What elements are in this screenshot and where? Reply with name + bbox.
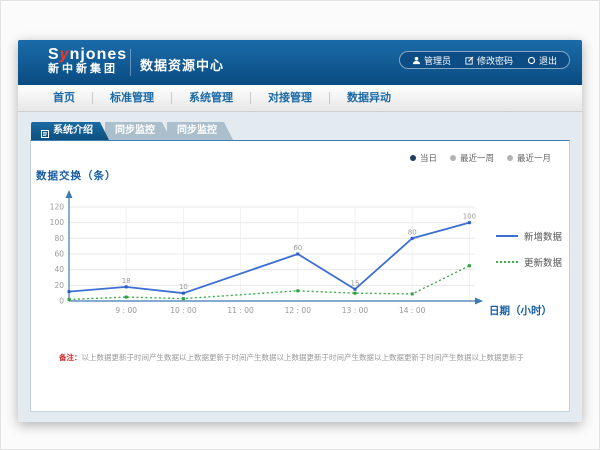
range-option-label: 最近一月 [517, 152, 551, 164]
svg-text:100: 100 [463, 213, 476, 221]
svg-text:20: 20 [54, 281, 64, 290]
logo-wordmark: Synjones [48, 46, 127, 63]
tab-sync-monitor-1[interactable]: 同步监控 [105, 122, 171, 140]
svg-text:13 : 00: 13 : 00 [342, 306, 369, 315]
legend-item-updated-data: 更新数据 [496, 255, 562, 269]
logo-accent: y [60, 46, 70, 63]
admin-user-button[interactable]: 管理员 [412, 54, 451, 67]
tab-label: 同步监控 [115, 122, 155, 140]
svg-text:15: 15 [351, 279, 360, 287]
series-legend: 新增数据 更新数据 [496, 229, 562, 269]
user-toolbar: 管理员 修改密码 退出 [399, 51, 570, 69]
radio-dot-icon [507, 155, 513, 161]
x-axis-title: 日期（小时） [489, 303, 552, 318]
svg-text:10 : 00: 10 : 00 [170, 306, 197, 315]
svg-text:10: 10 [179, 283, 188, 291]
tab-sync-monitor-2[interactable]: 同步监控 [167, 122, 233, 140]
range-option-last-month[interactable]: 最近一月 [507, 152, 551, 164]
radio-dot-icon [450, 155, 456, 161]
chart-area: 0 20 40 60 80 100 120 9 : 00 10 : 00 11 : 00 12 : … [47, 189, 499, 323]
header-divider [130, 49, 131, 76]
content-area: 系统介绍 同步监控 同步监控 当日 最近一周 [18, 112, 582, 422]
date-range-selector: 当日 最近一周 最近一月 [410, 152, 551, 164]
svg-text:11 : 00: 11 : 00 [227, 306, 254, 315]
logo-company-name: 新中新集团 [48, 63, 127, 76]
nav-item-system-mgmt[interactable]: 系统管理 [172, 85, 250, 111]
svg-text:18: 18 [122, 277, 131, 285]
nav-item-standard-mgmt[interactable]: 标准管理 [93, 85, 171, 111]
chart-panel: 当日 最近一周 最近一月 数据交换（条） 0 20 40 60 80 100 120 9 : … [30, 140, 570, 412]
svg-text:60: 60 [293, 244, 302, 252]
line-chart: 0 20 40 60 80 100 120 9 : 00 10 : 00 11 : 00 12 : … [47, 189, 499, 323]
range-option-label: 当日 [420, 152, 437, 164]
tab-label: 同步监控 [177, 122, 217, 140]
header: Synjones 新中新集团 数据资源中心 管理员 修改密码 [18, 40, 582, 85]
tab-bar: 系统介绍 同步监控 同步监控 [31, 122, 229, 140]
svg-text:14 : 00: 14 : 00 [399, 306, 426, 315]
company-logo: Synjones 新中新集团 [48, 46, 127, 76]
svg-text:120: 120 [50, 203, 65, 212]
solid-line-icon [496, 235, 518, 237]
footnote-text: 以上数据更新于时间产生数据以上数据更新于时间产生数据以上数据更新于时间产生数据以… [82, 353, 525, 362]
svg-text:12 : 00: 12 : 00 [285, 306, 312, 315]
user-icon [412, 56, 421, 65]
svg-text:9 : 00: 9 : 00 [115, 306, 137, 315]
range-option-today[interactable]: 当日 [410, 152, 437, 164]
page-title: 数据资源中心 [140, 55, 224, 74]
footnote: 备注：以上数据更新于时间产生数据以上数据更新于时间产生数据以上数据更新于时间产生… [59, 352, 559, 363]
change-password-label: 修改密码 [477, 54, 513, 67]
app-window: Synjones 新中新集团 数据资源中心 管理员 修改密码 [18, 40, 582, 422]
screen: Synjones 新中新集团 数据资源中心 管理员 修改密码 [0, 0, 600, 450]
range-option-label: 最近一周 [460, 152, 494, 164]
legend-item-new-data: 新增数据 [496, 229, 562, 243]
svg-text:0: 0 [59, 297, 64, 306]
dotted-line-icon [496, 261, 518, 263]
tab-label: 系统介绍 [53, 122, 93, 140]
power-icon [527, 56, 536, 65]
range-option-last-week[interactable]: 最近一周 [450, 152, 494, 164]
main-nav: 首页 标准管理 系统管理 对接管理 数据异动 [18, 85, 582, 112]
legend-label: 更新数据 [524, 255, 562, 269]
nav-item-interface-mgmt[interactable]: 对接管理 [251, 85, 329, 111]
y-axis-title: 数据交换（条） [36, 168, 117, 183]
document-icon [41, 127, 49, 135]
logout-button[interactable]: 退出 [527, 54, 557, 67]
svg-text:100: 100 [50, 218, 65, 227]
logout-label: 退出 [539, 54, 557, 67]
svg-text:40: 40 [54, 265, 64, 274]
change-password-button[interactable]: 修改密码 [465, 54, 513, 67]
nav-item-home[interactable]: 首页 [36, 85, 92, 111]
edit-icon [465, 56, 474, 65]
legend-label: 新增数据 [524, 229, 562, 243]
tab-system-intro[interactable]: 系统介绍 [31, 122, 109, 140]
svg-text:60: 60 [54, 250, 64, 259]
nav-item-data-change[interactable]: 数据异动 [330, 85, 408, 111]
svg-text:80: 80 [54, 234, 64, 243]
admin-label: 管理员 [424, 54, 451, 67]
svg-text:80: 80 [408, 228, 417, 236]
footnote-prefix: 备注： [59, 353, 82, 362]
radio-dot-icon [410, 155, 416, 161]
